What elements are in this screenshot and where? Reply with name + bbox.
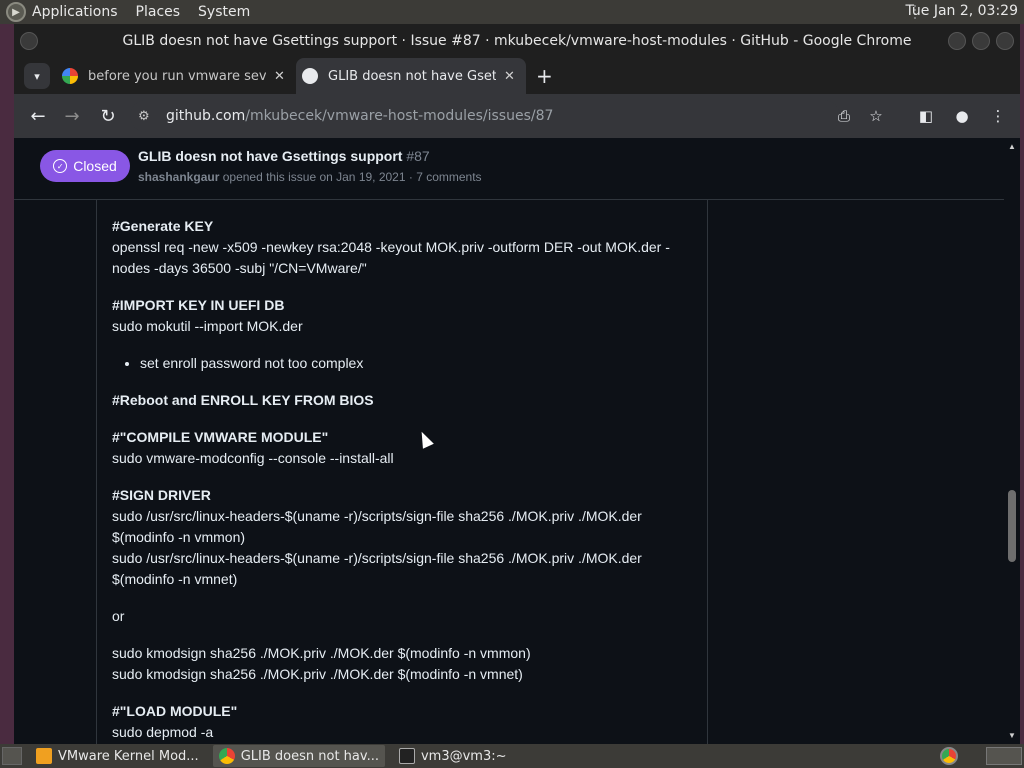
list-item: set enroll password not too complex [140, 353, 692, 374]
reboot-heading: #Reboot and ENROLL KEY FROM BIOS [112, 392, 374, 408]
address-bar[interactable]: ⚙ github.com/mkubecek/vmware-host-module… [130, 100, 840, 132]
tray-chrome-icon[interactable] [940, 747, 958, 765]
kmodsign-command-vmnet: sudo kmodsign sha256 ./MOK.priv ./MOK.de… [112, 666, 523, 682]
reboot-section: #Reboot and ENROLL KEY FROM BIOS [112, 390, 692, 411]
page-scrollbar[interactable]: ▲ ▼ [1004, 138, 1020, 744]
google-icon [62, 68, 78, 84]
issue-title[interactable]: GLIB doesn not have Gsettings support #8… [138, 148, 430, 164]
import-command: sudo mokutil --import MOK.der [112, 318, 303, 334]
site-info-icon[interactable]: ⚙ [138, 109, 156, 124]
maximize-button[interactable] [972, 32, 990, 50]
import-section: #IMPORT KEY IN UEFI DB sudo mokutil --im… [112, 295, 692, 337]
window-titlebar[interactable]: GLIB doesn not have Gsettings support · … [14, 24, 1020, 58]
compile-section: #"COMPILE VMWARE MODULE" sudo vmware-mod… [112, 427, 692, 469]
scrollbar-thumb[interactable] [1008, 490, 1016, 562]
taskbar-item-label: VMware Kernel Mod... [58, 748, 199, 764]
sign-command-vmmon: sudo /usr/src/linux-headers-$(uname -r)/… [112, 508, 642, 545]
new-tab-plus-icon[interactable]: + [536, 64, 553, 88]
tab-strip: ▾ before you run vmware sever ✕ GLIB doe… [14, 58, 1020, 94]
forward-arrow-icon[interactable]: → [60, 104, 84, 128]
workspace-switcher[interactable] [986, 747, 1022, 765]
issue-state-badge: ✓ Closed [40, 150, 130, 182]
desktop-background-right [1020, 24, 1024, 744]
load-section: #"LOAD MODULE" sudo depmod -a [112, 701, 692, 743]
issue-meta: shashankgaur opened this issue on Jan 19… [138, 170, 482, 184]
import-heading: #IMPORT KEY IN UEFI DB [112, 297, 285, 313]
close-tab-icon[interactable]: ✕ [274, 69, 285, 84]
taskbar-item-terminal[interactable]: vm3@vm3:~ [393, 745, 513, 767]
tab-search-button[interactable]: ▾ [24, 63, 50, 89]
taskbar-item-label: GLIB doesn not hav... [240, 748, 379, 764]
scroll-down-arrow-icon[interactable]: ▼ [1008, 731, 1016, 740]
github-icon [302, 68, 318, 84]
sign-command-vmnet: sudo /usr/src/linux-headers-$(uname -r)/… [112, 550, 642, 587]
kmodsign-section: sudo kmodsign sha256 ./MOK.priv ./MOK.de… [112, 643, 692, 685]
issue-meta-text: opened this issue on Jan 19, 2021 · 7 co… [222, 170, 482, 184]
url-text[interactable]: github.com/mkubecek/vmware-host-modules/… [166, 108, 553, 124]
or-text: or [112, 608, 125, 624]
issue-state-label: Closed [73, 158, 117, 174]
taskbar-item-vmware[interactable]: VMware Kernel Mod... [30, 745, 205, 767]
taskbar-item-chrome[interactable]: GLIB doesn not hav... [212, 745, 385, 767]
window-title: GLIB doesn not have Gsettings support · … [122, 33, 912, 49]
taskbar-item-label: vm3@vm3:~ [420, 748, 507, 764]
back-arrow-icon[interactable]: ← [26, 104, 50, 128]
sign-heading: #SIGN DRIVER [112, 487, 211, 503]
scroll-up-arrow-icon[interactable]: ▲ [1008, 142, 1016, 151]
vmware-icon [36, 748, 52, 764]
chrome-icon [218, 748, 235, 764]
tab-title: GLIB doesn not have Gsettings [328, 68, 496, 84]
install-app-icon[interactable]: ⎙ [832, 104, 856, 128]
issue-sticky-header: ✓ Closed GLIB doesn not have Gsettings s… [14, 138, 1004, 200]
tab-before-you-run[interactable]: before you run vmware sever ✕ [62, 58, 294, 94]
reload-icon[interactable]: ↻ [96, 104, 120, 128]
browser-window: GLIB doesn not have Gsettings support · … [14, 24, 1020, 744]
sign-section: #SIGN DRIVER sudo /usr/src/linux-headers… [112, 485, 692, 590]
distro-logo-icon[interactable]: ▶ [6, 2, 26, 22]
issue-number: #87 [406, 148, 430, 164]
desktop-background [0, 24, 14, 744]
bookmark-star-icon[interactable]: ☆ [864, 104, 888, 128]
load-heading: #"LOAD MODULE" [112, 703, 238, 719]
show-desktop-button[interactable] [2, 747, 22, 765]
menu-applications[interactable]: Applications [32, 4, 118, 20]
terminal-icon [398, 748, 415, 764]
close-tab-icon[interactable]: ✕ [504, 69, 515, 84]
generate-command: openssl req -new -x509 -newkey rsa:2048 … [112, 239, 670, 276]
compile-command: sudo vmware-modconfig --console --instal… [112, 450, 394, 466]
generate-heading: #Generate KEY [112, 218, 214, 234]
system-top-panel: ▶ Applications Places System Tue Jan 2, … [0, 0, 1024, 24]
close-window-button[interactable] [996, 32, 1014, 50]
menu-system[interactable]: System [198, 4, 250, 20]
kebab-menu-icon[interactable]: ⋮ [986, 104, 1010, 128]
import-bullet-list: set enroll password not too complex [140, 353, 692, 374]
chevron-down-icon: ▾ [34, 69, 40, 83]
side-panel-icon[interactable]: ◧ [914, 104, 938, 128]
tab-glib-issue[interactable]: GLIB doesn not have Gsettings ✕ [296, 58, 526, 94]
browser-toolbar: ← → ↻ ⚙ github.com/mkubecek/vmware-host-… [14, 94, 1020, 138]
compile-heading: #"COMPILE VMWARE MODULE" [112, 429, 329, 445]
comment-body: #Generate KEY openssl req -new -x509 -ne… [112, 216, 692, 744]
clock[interactable]: Tue Jan 2, 03:29 [905, 3, 1018, 19]
kmodsign-command-vmmon: sudo kmodsign sha256 ./MOK.priv ./MOK.de… [112, 645, 531, 661]
check-circle-icon: ✓ [53, 159, 68, 173]
page-content: ✓ Closed GLIB doesn not have Gsettings s… [14, 138, 1020, 744]
minimize-button[interactable] [948, 32, 966, 50]
menu-places[interactable]: Places [136, 4, 181, 20]
window-menu-button[interactable] [20, 32, 38, 50]
tab-title: before you run vmware sever [88, 68, 266, 84]
bottom-taskbar: VMware Kernel Mod... GLIB doesn not hav.… [0, 744, 1024, 768]
load-command: sudo depmod -a [112, 724, 214, 740]
issue-author-link[interactable]: shashankgaur [138, 170, 219, 184]
profile-avatar-icon[interactable]: ● [950, 104, 974, 128]
generate-section: #Generate KEY openssl req -new -x509 -ne… [112, 216, 692, 279]
